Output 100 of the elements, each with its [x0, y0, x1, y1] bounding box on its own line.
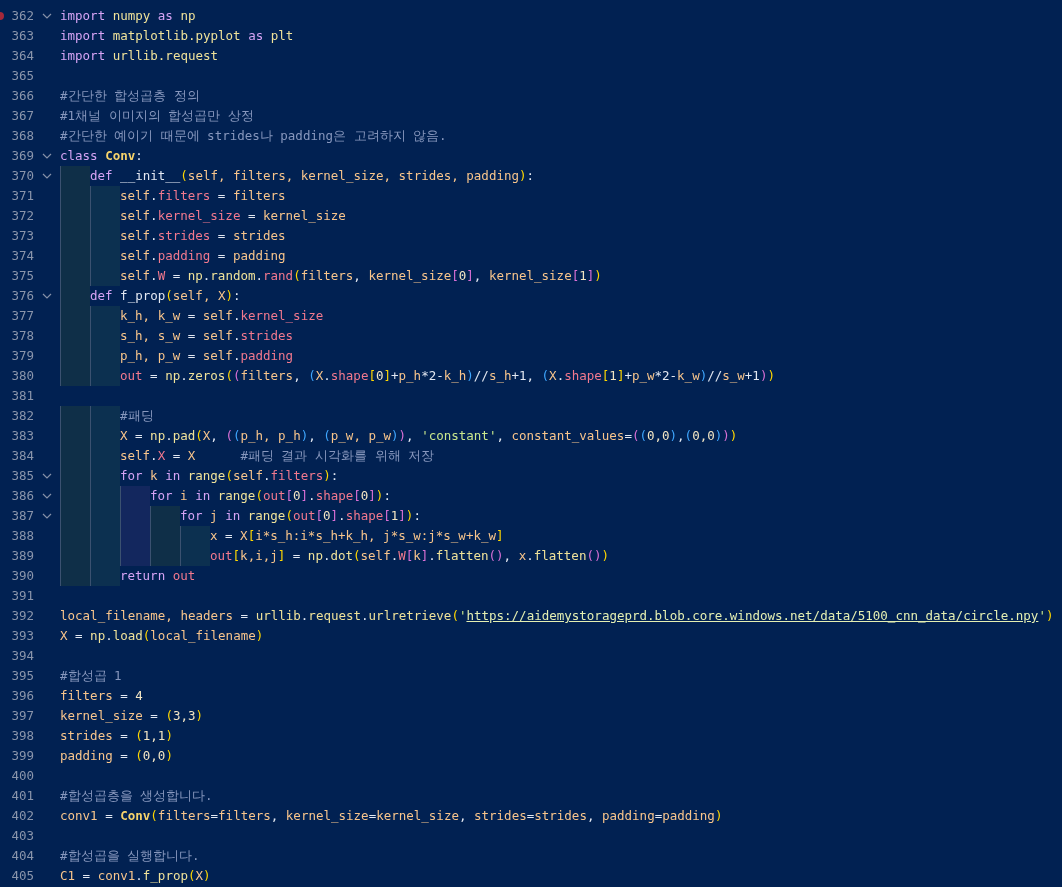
- code-line: return out: [120, 567, 196, 585]
- code-line: import numpy as np: [60, 7, 196, 25]
- code-line: out = np.zeros((filters, (X.shape[0]+p_h*2-k_h)//s_h+1, (X.shape[1]+p_w*2-k_w)//s_w+1)): [120, 367, 775, 385]
- line-number: 405: [10, 867, 34, 885]
- line-number: 364: [10, 47, 34, 65]
- code-line: conv1 = Conv(filters=filters, kernel_size=kernel_size, strides=strides, padding=padding): [60, 807, 723, 825]
- line-number: 363: [10, 27, 34, 45]
- indent-guide: [60, 406, 90, 426]
- line-number: 389: [10, 547, 34, 565]
- code-line: self.strides = strides: [120, 227, 286, 245]
- line-number: 369: [10, 147, 34, 165]
- line-number: 373: [10, 227, 34, 245]
- code-line: X = np.load(local_filename): [60, 627, 264, 645]
- indent-guide: [90, 186, 120, 206]
- indent-guide: [90, 306, 120, 326]
- code-line: def f_prop(self, X):: [90, 287, 241, 305]
- line-number: 378: [10, 327, 34, 345]
- code-line: strides = (1,1): [60, 727, 173, 745]
- indent-guide: [90, 406, 120, 426]
- indent-guide: [120, 546, 150, 566]
- code-line: k_h, k_w = self.kernel_size: [120, 307, 324, 325]
- line-number: 402: [10, 807, 34, 825]
- line-number: 386: [10, 487, 34, 505]
- line-number: 368: [10, 127, 34, 145]
- chevron-down-icon[interactable]: [42, 473, 52, 479]
- line-number: 362: [10, 7, 34, 25]
- line-number: 396: [10, 687, 34, 705]
- code-line: X = np.pad(X, ((p_h, p_h), (p_w, p_w)), 'constant', constant_values=((0,0),(0,0))): [120, 427, 738, 445]
- line-number: 400: [10, 767, 34, 785]
- code-line: for j in range(out[0].shape[1]):: [180, 507, 421, 525]
- line-number: 379: [10, 347, 34, 365]
- code-line: C1 = conv1.f_prop(X): [60, 867, 211, 885]
- line-number: 401: [10, 787, 34, 805]
- indent-guide: [90, 366, 120, 386]
- indent-guide: [60, 366, 90, 386]
- line-number: 393: [10, 627, 34, 645]
- line-number: 384: [10, 447, 34, 465]
- line-number: 399: [10, 747, 34, 765]
- line-number: 403: [10, 827, 34, 845]
- code-line: p_h, p_w = self.padding: [120, 347, 294, 365]
- code-line: #합성곱을 실행합니다.: [60, 847, 200, 865]
- code-line: self.X = X #패딩 결과 시각화를 위해 저장: [120, 447, 435, 465]
- code-line: #1채널 이미지의 합성곱만 상정: [60, 107, 254, 125]
- chevron-down-icon[interactable]: [42, 513, 52, 519]
- code-line: x = X[i*s_h:i*s_h+k_h, j*s_w:j*s_w+k_w]: [210, 527, 504, 545]
- chevron-down-icon[interactable]: [42, 13, 52, 19]
- line-number: 366: [10, 87, 34, 105]
- line-number: 365: [10, 67, 34, 85]
- indent-guide: [60, 166, 90, 186]
- chevron-down-icon[interactable]: [42, 173, 52, 179]
- chevron-down-icon[interactable]: [42, 153, 52, 159]
- line-number: 371: [10, 187, 34, 205]
- line-number: 390: [10, 567, 34, 585]
- code-line: padding = (0,0): [60, 747, 173, 765]
- code-line: self.padding = padding: [120, 247, 286, 265]
- indent-guide: [60, 566, 90, 586]
- code-line: self.W = np.random.rand(filters, kernel_size[0], kernel_size[1]): [120, 267, 602, 285]
- chevron-down-icon[interactable]: [42, 493, 52, 499]
- line-number: 394: [10, 647, 34, 665]
- line-number: 383: [10, 427, 34, 445]
- indent-guide: [120, 486, 150, 506]
- indent-guide: [90, 266, 120, 286]
- line-number: 395: [10, 667, 34, 685]
- line-number: 375: [10, 267, 34, 285]
- line-number: 398: [10, 727, 34, 745]
- code-line: kernel_size = (3,3): [60, 707, 203, 725]
- chevron-down-icon[interactable]: [42, 293, 52, 299]
- line-number: 385: [10, 467, 34, 485]
- line-number: 374: [10, 247, 34, 265]
- code-line: #간단한 예이기 때문에 strides나 padding은 고려하지 않음.: [60, 127, 447, 145]
- code-line: import urllib.request: [60, 47, 219, 65]
- line-number: 392: [10, 607, 34, 625]
- indent-guide: [150, 546, 180, 566]
- line-number: 387: [10, 507, 34, 525]
- line-number: 397: [10, 707, 34, 725]
- line-number: 377: [10, 307, 34, 325]
- line-number: 372: [10, 207, 34, 225]
- code-line: #합성곱층을 생성합니다.: [60, 787, 213, 805]
- indent-guide: [180, 546, 210, 566]
- code-line: #합성곱 1: [60, 667, 122, 685]
- code-line: def __init__(self, filters, kernel_size, strides, padding):: [90, 167, 535, 185]
- indent-guide: [150, 506, 180, 526]
- code-line: #간단한 합성곱층 정의: [60, 87, 200, 105]
- indent-guide: [180, 526, 210, 546]
- line-number: 367: [10, 107, 34, 125]
- code-line: local_filename, headers = urllib.request.urlretrieve('https://aidemystorageprd.blob.core.windows.net/data/5100_cnn_data/circle.npy'): [60, 607, 1054, 625]
- line-number: 404: [10, 847, 34, 865]
- code-line: out[k,i,j] = np.dot(self.W[k].flatten(), x.flatten()): [210, 547, 609, 565]
- code-line: self.kernel_size = kernel_size: [120, 207, 346, 225]
- line-number: 370: [10, 167, 34, 185]
- line-number: 388: [10, 527, 34, 545]
- code-line: self.filters = filters: [120, 187, 286, 205]
- line-number: 380: [10, 367, 34, 385]
- code-line: #패딩: [120, 407, 154, 425]
- link[interactable]: https://aidemystorageprd.blob.core.windows.net/data/5100_cnn_data/circle.npy: [466, 608, 1039, 623]
- code-line: s_h, s_w = self.strides: [120, 327, 294, 345]
- indent-guide: [90, 566, 120, 586]
- code-line: for i in range(out[0].shape[0]):: [150, 487, 391, 505]
- code-line: for k in range(self.filters):: [120, 467, 339, 485]
- line-number: 382: [10, 407, 34, 425]
